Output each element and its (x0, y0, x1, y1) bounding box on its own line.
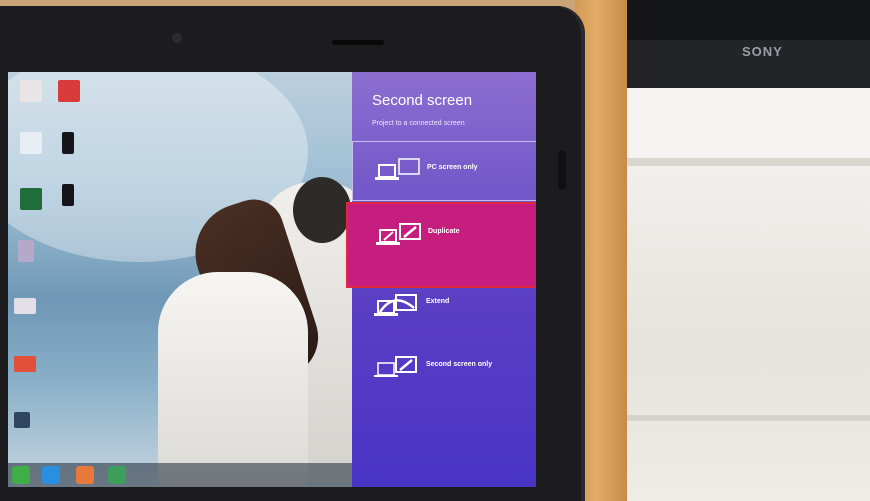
option-label: PC screen only (427, 164, 478, 171)
desktop-icon[interactable] (20, 188, 42, 210)
shelf-top (627, 88, 870, 158)
option-label: Second screen only (426, 361, 493, 368)
webcam (172, 33, 182, 43)
desktop-icon[interactable] (14, 298, 36, 314)
pc-screen-only-icon (375, 158, 420, 180)
option-pc-screen-only[interactable]: PC screen only (352, 141, 536, 201)
desktop-icon[interactable] (62, 184, 74, 206)
laptop-screen: Second screen Project to a connected scr… (8, 72, 536, 487)
panel-title: Second screen (372, 92, 473, 109)
wallpaper-figure-head (293, 177, 351, 243)
option-duplicate[interactable]: Duplicate (346, 202, 536, 288)
desktop-icon[interactable] (20, 80, 42, 102)
speaker-slot (332, 40, 384, 45)
taskbar-app-icon[interactable] (12, 466, 30, 484)
duplicate-icon (376, 223, 421, 245)
option-label: Extend (426, 298, 450, 305)
side-button (558, 150, 566, 190)
taskbar-app-icon[interactable] (42, 466, 60, 484)
shelf-bottom (627, 415, 870, 421)
tv-brand-logo: SONY (742, 44, 783, 59)
tv-screen (627, 0, 870, 40)
desktop-icon[interactable] (62, 132, 74, 154)
panel-subtitle: Project to a connected screen (372, 120, 465, 127)
desktop-icon[interactable] (58, 80, 80, 102)
desktop-icon[interactable] (20, 132, 42, 154)
option-extend[interactable]: Extend (352, 277, 536, 337)
taskbar-app-icon[interactable] (76, 466, 94, 484)
taskbar-app-icon[interactable] (108, 466, 126, 484)
extend-icon (374, 294, 417, 316)
second-screen-only-icon (374, 356, 417, 377)
second-screen-panel: Second screen Project to a connected scr… (346, 72, 536, 487)
shelf-edge (627, 158, 870, 166)
option-second-screen-only[interactable]: Second screen only (352, 337, 536, 397)
option-label: Duplicate (428, 228, 460, 235)
desktop-icon[interactable] (14, 412, 30, 428)
wallpaper-figure-woman (158, 272, 308, 487)
desktop-icon[interactable] (14, 356, 36, 372)
desktop-icon[interactable] (18, 240, 34, 262)
